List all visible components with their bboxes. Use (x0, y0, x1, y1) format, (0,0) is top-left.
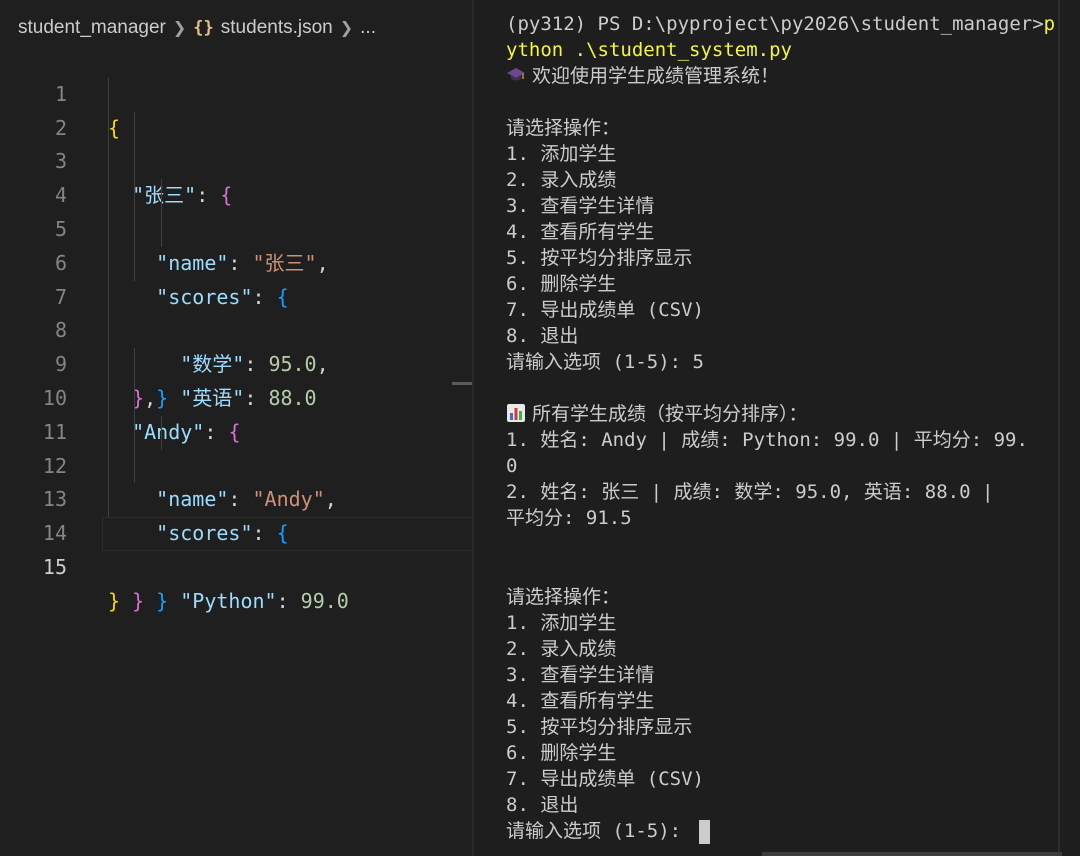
terminal-result-line: 0 (506, 455, 518, 477)
code-line[interactable]: 6 "英语": 88.0 (0, 212, 472, 410)
indent-guide (108, 212, 109, 247)
terminal-menu-item: 8. 退出 (506, 325, 579, 347)
indent-guide (108, 246, 109, 281)
chevron-right-icon: ❯ (172, 20, 187, 37)
terminal-cursor (698, 819, 710, 844)
terminal-menu-item: 4. 查看所有学生 (506, 690, 655, 712)
indent-guide (134, 246, 135, 281)
indent-guide (134, 212, 135, 247)
terminal-menu-item: 3. 查看学生详情 (506, 664, 655, 686)
indent-guide (108, 348, 109, 382)
code-line[interactable]: 7 } (0, 246, 472, 410)
bar-chart-icon (507, 404, 525, 422)
line-text: } (108, 588, 121, 613)
indent-guide (134, 111, 135, 146)
indent-guide (108, 449, 109, 484)
code-area[interactable]: 1 { 2 "张三": { 3 "name": "张三", 4 "scores"… (0, 44, 472, 613)
terminal-menu-item: 6. 删除学生 (506, 742, 617, 764)
json-file-icon: {} (193, 18, 214, 38)
breadcrumb-folder[interactable]: student_manager (18, 17, 166, 39)
code-line[interactable]: 10 "name": "Andy", (0, 348, 472, 511)
terminal-menu-item: 5. 按平均分排序显示 (506, 247, 693, 269)
terminal-menu-item: 1. 添加学生 (506, 143, 617, 165)
terminal-line-welcome: 欢迎使用学生成绩管理系统！ (506, 63, 779, 89)
indent-guide (108, 483, 109, 518)
graduation-cap-icon (507, 68, 525, 81)
code-line[interactable]: 11 "scores": { (0, 381, 472, 545)
indent-guide (134, 381, 135, 416)
terminal-menu-item: 8. 退出 (506, 794, 579, 816)
breadcrumb-ellipsis[interactable]: ... (360, 17, 376, 39)
terminal-menu-item: 6. 删除学生 (506, 273, 617, 295)
indent-guide (108, 111, 109, 146)
terminal-menu-item: 2. 录入成绩 (506, 638, 617, 660)
code-line[interactable]: 12 "Python": 99.0 (0, 415, 472, 613)
indent-guide (108, 381, 109, 416)
terminal-menu-item: 7. 导出成绩单 (CSV) (506, 768, 704, 790)
indent-guide (134, 415, 135, 450)
indent-guide (161, 415, 162, 450)
indent-guide (108, 77, 109, 112)
code-line[interactable]: 5 "数学": 95.0, (0, 179, 472, 376)
terminal-menu-item: 1. 添加学生 (506, 612, 617, 634)
code-line[interactable]: 8 }, (0, 280, 472, 410)
code-line[interactable]: 13 } (0, 449, 472, 613)
line-number: 15 (42, 554, 67, 579)
terminal-input-line: 请输入选项 (1-5): 5 (506, 351, 704, 373)
terminal-result-title: 所有学生成绩（按平均分排序）： (506, 401, 808, 427)
indent-guide (161, 179, 162, 213)
breadcrumb: student_manager ❯ {} students.json ❯ ... (18, 14, 376, 42)
scrollbar-marker (452, 382, 472, 385)
terminal-line-prompt: (py312) PS D:\pyproject\py2026\student_m… (506, 13, 1056, 35)
terminal-menu-item: 7. 导出成绩单 (CSV) (506, 299, 704, 321)
code-line[interactable]: 4 "scores": { (0, 145, 472, 309)
terminal-input-line[interactable]: 请输入选项 (1-5): (506, 818, 710, 844)
indent-guide (108, 415, 109, 450)
indent-guide (134, 179, 135, 213)
indent-guide (134, 145, 135, 180)
code-editor[interactable]: student_manager ❯ {} students.json ❯ ...… (0, 0, 472, 856)
indent-guide (108, 314, 109, 349)
terminal-result-line: 2. 姓名: 张三 | 成绩: 数学: 95.0, 英语: 88.0 | (506, 481, 994, 503)
indent-guide (108, 145, 109, 180)
terminal-menu-item: 4. 查看所有学生 (506, 221, 655, 243)
code-line-current[interactable]: 15 } (0, 517, 472, 613)
terminal-scrollbar[interactable] (1058, 0, 1060, 856)
terminal-menu-title: 请选择操作： (506, 586, 621, 608)
indent-guide (161, 212, 162, 247)
code-line[interactable]: 9 "Andy": { (0, 314, 472, 444)
code-line[interactable]: 3 "name": "张三", (0, 111, 472, 275)
indent-guide (108, 179, 109, 213)
chevron-right-icon: ❯ (339, 20, 354, 37)
terminal-panel[interactable]: (py312) PS D:\pyproject\py2026\student_m… (474, 0, 1080, 856)
code-line[interactable]: 1 { (0, 44, 472, 140)
terminal-result-line: 平均分: 91.5 (506, 507, 632, 529)
indent-guide (134, 348, 135, 382)
terminal-scrollbar-thumb[interactable] (762, 852, 1062, 856)
code-line[interactable]: 14 } (0, 483, 472, 613)
terminal-menu-item: 2. 录入成绩 (506, 169, 617, 191)
terminal-result-line: 1. 姓名: Andy | 成绩: Python: 99.0 | 平均分: 99… (506, 429, 1028, 451)
breadcrumb-file[interactable]: students.json (221, 17, 333, 39)
terminal-menu-item: 3. 查看学生详情 (506, 195, 655, 217)
indent-guide (134, 449, 135, 484)
terminal-menu-title: 请选择操作： (506, 117, 621, 139)
indent-guide (108, 280, 109, 315)
terminal-line-command: ython .\student_system.py (506, 39, 792, 61)
code-line[interactable]: 2 "张三": { (0, 77, 472, 207)
terminal-menu-item: 5. 按平均分排序显示 (506, 716, 693, 738)
